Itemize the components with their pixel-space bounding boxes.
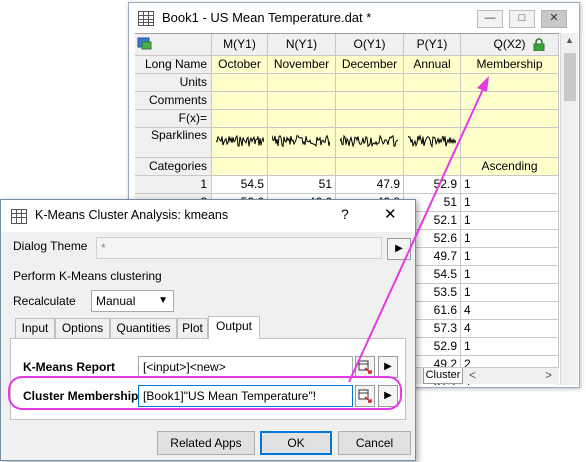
annotation-arrow <box>348 76 489 383</box>
tab-output[interactable]: Output <box>208 316 260 339</box>
arrow-head-icon <box>477 76 489 92</box>
